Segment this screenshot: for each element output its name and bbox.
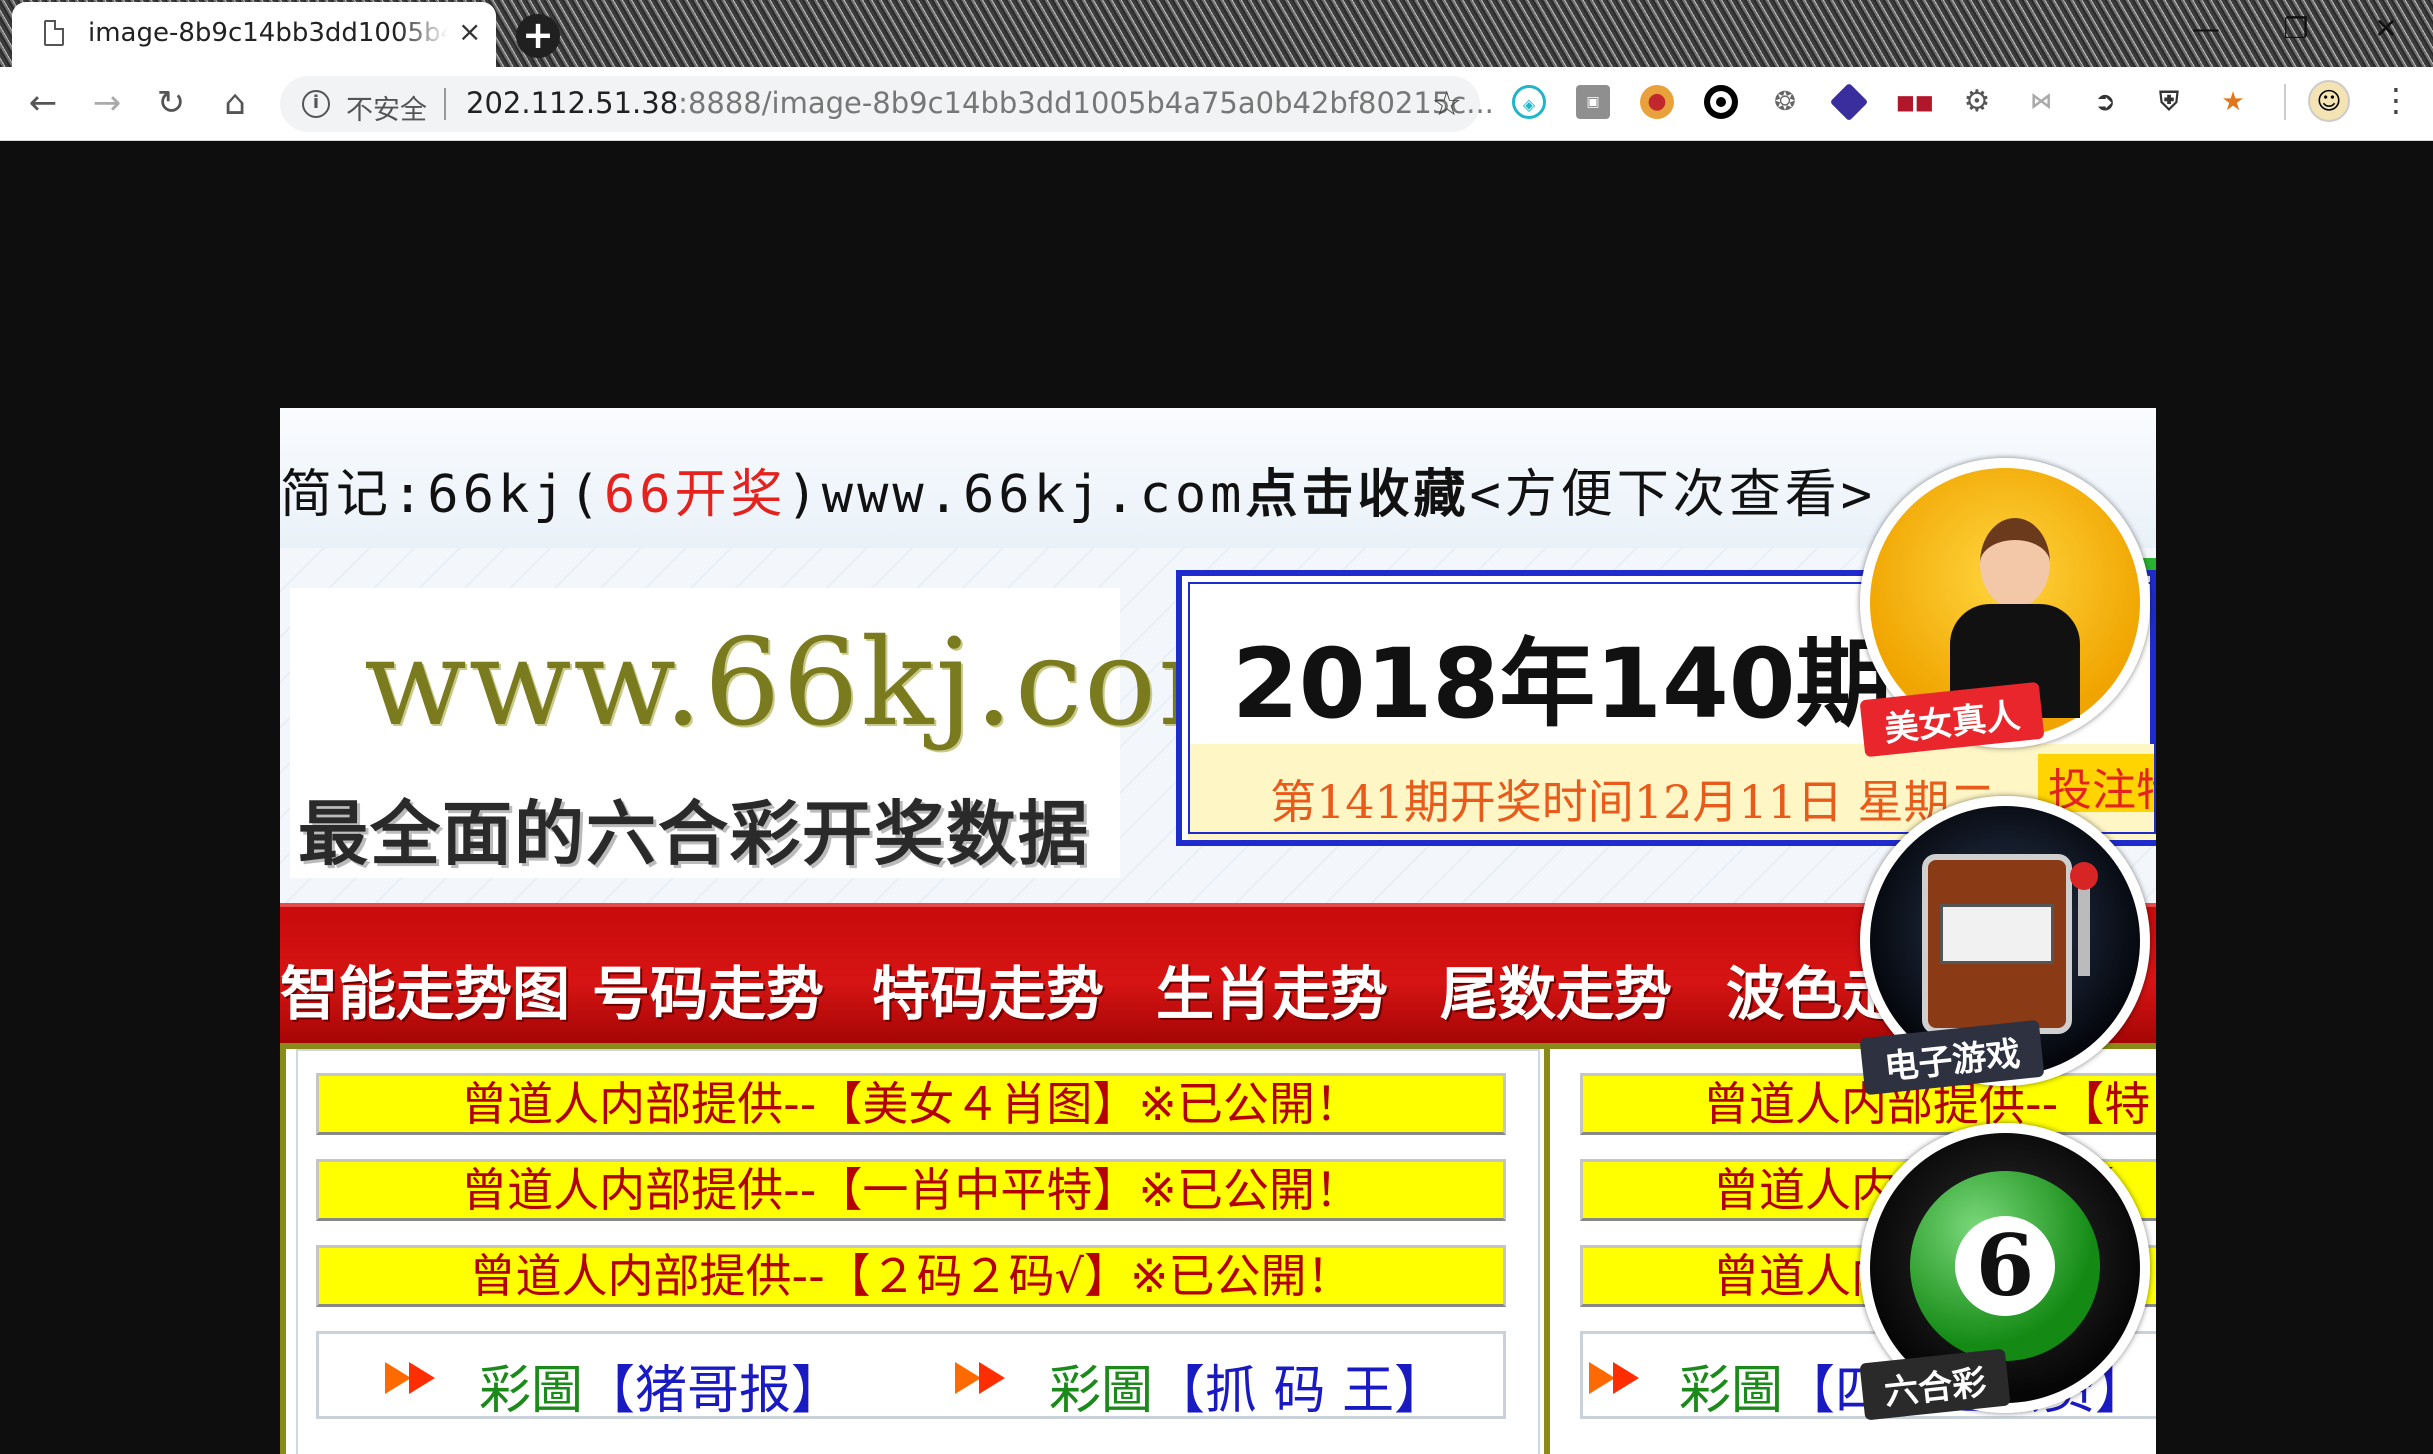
minimize-button[interactable]: — [2176,8,2236,50]
gallery-name: 【抓 码 王】 [1153,1361,1447,1419]
slogan-prefix: 简记:66kj( [280,465,604,525]
nav-item: 尾数走势 [1440,960,1673,1028]
profile-avatar[interactable]: ☺ [2308,80,2350,122]
omnibox-divider [444,88,446,120]
lottery-ad: 6 六合彩 [1859,1123,2150,1421]
ball-number: 6 [1955,1216,2055,1316]
info-row: 曾道人内部提供--【美女４肖图】※已公開！ [316,1073,1506,1135]
slot-screen [1940,904,2054,964]
extension-8-icon[interactable]: ⚙ [1960,85,1994,119]
issue-title: 2018年140期: [1232,628,1930,740]
menu-icon[interactable]: ⋮ [2380,82,2412,118]
info-icon[interactable]: i [302,90,330,118]
close-tab-icon[interactable]: × [458,16,481,48]
address-bar[interactable]: i 不安全 202.112.51.38:8888/image-8b9c14bb3… [280,76,1494,132]
extension-11-icon[interactable]: ⛨ [2152,85,2186,119]
url-path: :8888/image-8b9c14bb3dd1005b4a75a0b42bf8… [678,86,1494,120]
lever [2078,876,2090,976]
bet-badge: 投注特 [2038,754,2156,812]
nav-item: 生肖走势 [1156,960,1389,1028]
live-dealer-ad: 美女真人 [1859,458,2150,758]
slot-machine-icon [1922,854,2072,1034]
slogan-text: 简记:66kj(66开奖)www.66kj.com点击收藏<方便下次查看> [280,452,1876,527]
extension-4-icon[interactable] [1704,85,1738,119]
nav-item: 号码走势 [592,960,825,1028]
logo-tagline: 最全面的六合彩开奖数据 [298,793,1090,875]
security-label[interactable]: 不安全 [346,88,427,127]
extension-9-icon[interactable]: ⋈ [2024,85,2058,119]
extension-5-icon[interactable]: ❂ [1768,85,1802,119]
gallery-link: 彩圖【抓 码 王】 [1049,1348,1447,1419]
extension-12-icon[interactable]: ★ [2216,85,2250,119]
displayed-image: 简记:66kj(66开奖)www.66kj.com点击收藏<方便下次查看> ww… [280,408,2156,1454]
bookmark-star-icon[interactable]: ☆ [1432,84,1462,124]
gallery-link: 彩圖【猪哥报】 [479,1348,844,1419]
extension-7-icon[interactable]: ■■ [1896,85,1934,119]
double-arrow-icon [385,1362,449,1396]
url-host: 202.112.51.38 [466,86,679,120]
restore-button[interactable]: ❐ [2266,8,2326,50]
extension-3-icon[interactable]: ● [1640,85,1674,119]
new-tab-button[interactable]: + [516,14,560,58]
extension-10-icon[interactable]: ➲ [2088,85,2122,119]
gallery-row: 彩圖【猪哥报】 彩圖【抓 码 王】 [316,1331,1506,1419]
active-tab[interactable]: image-8b9c14bb3dd1005b4a75a0b42bf80215c … [12,2,496,67]
close-window-button[interactable]: ✕ [2356,8,2416,50]
url-text[interactable]: 202.112.51.38:8888/image-8b9c14bb3dd1005… [466,86,1494,120]
extension-1-icon[interactable]: ◈ [1512,85,1546,119]
slogan-red: 66开奖 [603,465,787,525]
tab-strip: image-8b9c14bb3dd1005b4a75a0b42bf80215c … [0,0,2433,67]
home-icon[interactable]: ⌂ [212,81,258,127]
browser-toolbar: ← → ↻ ⌂ i 不安全 202.112.51.38:8888/image-8… [0,67,2433,141]
forward-arrow-icon[interactable]: → [84,81,130,127]
lottery-ball-icon: 6 [1910,1171,2100,1361]
site-logo: www.66kj.com 最全面的六合彩开奖数据 [290,588,1272,878]
reload-icon[interactable]: ↻ [148,81,194,127]
double-arrow-icon [1589,1362,1653,1396]
left-column: 曾道人内部提供--【美女４肖图】※已公開！ 曾道人内部提供--【一肖中平特】※已… [280,1049,1540,1454]
gallery-name: 【猪哥报】 [583,1361,844,1419]
slogan-strip: 简记:66kj(66开奖)www.66kj.com点击收藏<方便下次查看> [280,408,2156,548]
nav-item: 智能走势图 [280,960,571,1028]
gallery-prefix: 彩圖 [1679,1361,1784,1419]
extension-2-icon[interactable]: ▣ [1576,85,1610,119]
tab-title: image-8b9c14bb3dd1005b4a75a0b42bf80215c [88,18,448,48]
image-viewport: 简记:66kj(66开奖)www.66kj.com点击收藏<方便下次查看> ww… [0,141,2433,1454]
nav-item: 特码走势 [872,960,1105,1028]
toolbar-divider [2284,84,2286,120]
logo-url: www.66kj.com [364,614,1275,753]
info-row: 曾道人内部提供--【一肖中平特】※已公開！ [316,1159,1506,1221]
slot-game-ad: 电子游戏 [1859,796,2150,1096]
slogan-suffix: <方便下次查看> [1469,465,1877,525]
gallery-prefix: 彩圖 [479,1361,584,1419]
info-row: 曾道人内部提供--【２码２码√】※已公開！ [316,1245,1506,1307]
knob [2070,862,2098,890]
head [1980,518,2050,608]
gallery-prefix: 彩圖 [1049,1361,1154,1419]
back-arrow-icon[interactable]: ← [20,81,66,127]
slogan-bookmark: 点击收藏 [1245,465,1470,525]
document-icon [44,20,64,46]
double-arrow-icon [955,1362,1019,1396]
slogan-url: )www.66kj.com [786,465,1246,525]
